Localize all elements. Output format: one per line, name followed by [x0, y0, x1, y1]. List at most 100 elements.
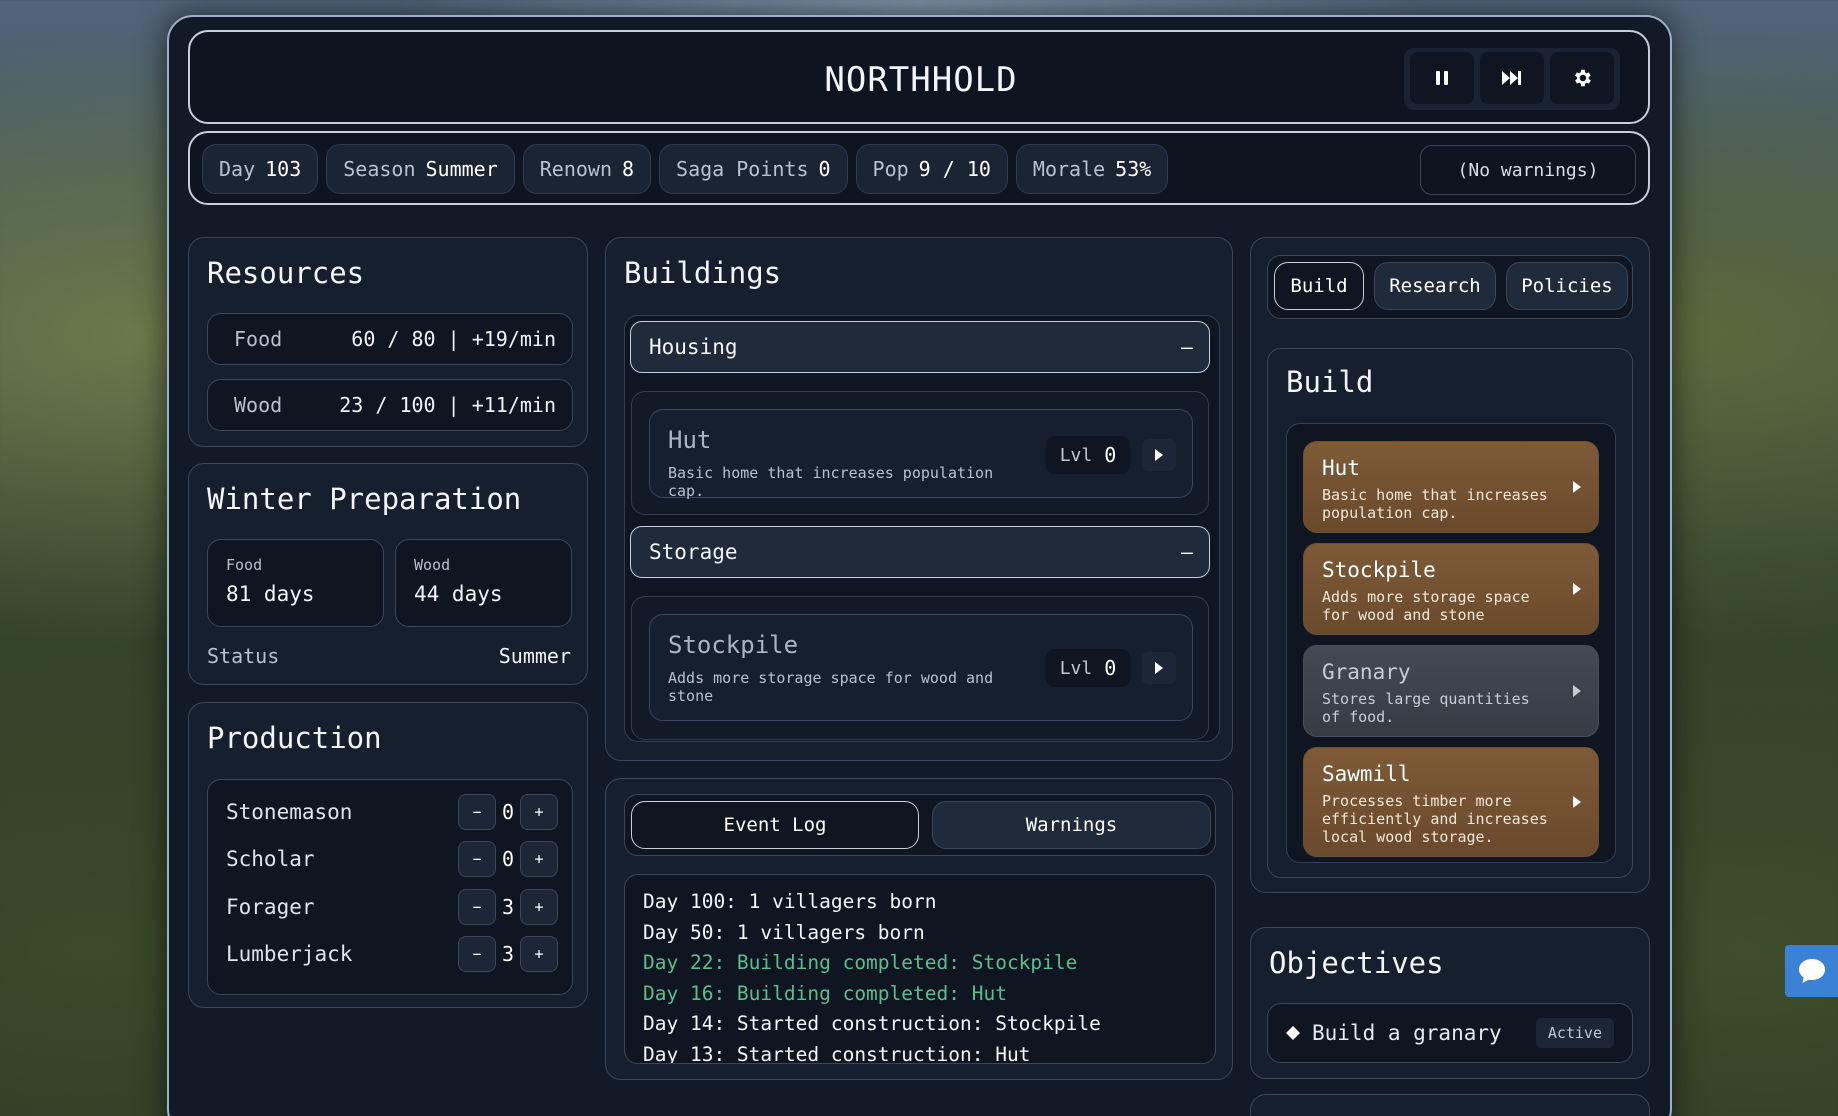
build-option-sawmill[interactable]: Sawmill Processes timber more efficientl…	[1303, 747, 1599, 857]
play-icon	[1573, 583, 1581, 595]
event-log-panel: Event Log Warnings Day 100: 1 villagers …	[605, 778, 1233, 1080]
building-name: Hut	[668, 426, 712, 454]
increase-button[interactable]: +	[520, 794, 558, 830]
worker-name: Stonemason	[226, 800, 353, 824]
log-list[interactable]: Day 100: 1 villagers born Day 50: 1 vill…	[624, 874, 1216, 1064]
next-panel	[1250, 1094, 1650, 1116]
building-name: Stockpile	[668, 631, 799, 659]
increase-button[interactable]: +	[520, 936, 558, 972]
fast-forward-button[interactable]	[1480, 52, 1544, 104]
tab-warnings[interactable]: Warnings	[932, 801, 1211, 849]
build-option-name: Stockpile	[1322, 558, 1436, 582]
production-row-stonemason: Stonemason − 0 +	[226, 792, 558, 832]
game-controls	[1404, 48, 1620, 110]
increase-button[interactable]: +	[520, 841, 558, 877]
header: NORTHHOLD	[188, 30, 1650, 124]
group-header-storage[interactable]: Storage —	[630, 526, 1210, 578]
build-option-name: Granary	[1322, 660, 1411, 684]
play-icon	[1573, 685, 1581, 697]
winter-wood-box: Wood 44 days	[395, 539, 572, 627]
stat-value: 8	[622, 157, 635, 181]
stat-label: Renown	[539, 157, 612, 181]
chat-icon	[1798, 959, 1825, 983]
production-row-lumberjack: Lumberjack − 3 +	[226, 934, 558, 974]
build-option-desc: Basic home that increases population cap…	[1322, 486, 1548, 522]
winter-food-label: Food	[226, 556, 263, 574]
build-option-stockpile[interactable]: Stockpile Adds more storage space for wo…	[1303, 543, 1599, 635]
stat-value: 53%	[1115, 157, 1152, 181]
log-entry-success: Day 22: Building completed: Stockpile	[643, 951, 1078, 974]
decrease-button[interactable]: −	[458, 936, 496, 972]
winter-preparation-panel: Winter Preparation Food 81 days Wood 44 …	[188, 463, 588, 685]
warnings-summary[interactable]: (No warnings)	[1420, 145, 1636, 195]
build-option-hut[interactable]: Hut Basic home that increases population…	[1303, 441, 1599, 533]
play-icon	[1573, 796, 1581, 808]
stats-bar: Day 103 Season Summer Renown 8 Saga Points 0…	[188, 131, 1650, 205]
objective-status-badge: Active	[1535, 1018, 1614, 1048]
upgrade-button[interactable]	[1142, 439, 1176, 471]
play-icon	[1155, 449, 1163, 461]
pause-button[interactable]	[1410, 52, 1474, 104]
building-desc: Basic home that increases population cap…	[668, 464, 994, 500]
stat-label: Morale	[1032, 157, 1106, 181]
objective-text: Build a granary	[1312, 1021, 1502, 1045]
decrease-button[interactable]: −	[458, 889, 496, 925]
log-entry: Day 50: 1 villagers born	[643, 920, 925, 944]
diamond-icon	[1286, 1026, 1300, 1040]
production-panel: Production Stonemason − 0 + Scholar − 0 …	[188, 702, 588, 1008]
build-option-desc: Adds more storage space for wood and sto…	[1322, 588, 1530, 624]
log-entry: Day 14: Started construction: Stockpile	[643, 1012, 1101, 1035]
tab-policies[interactable]: Policies	[1506, 262, 1628, 310]
worker-count: 3	[501, 895, 515, 919]
tab-event-log[interactable]: Event Log	[631, 801, 919, 849]
winter-food-box: Food 81 days	[207, 539, 384, 627]
worker-name: Lumberjack	[226, 942, 353, 966]
gear-icon	[1575, 69, 1591, 87]
objective-item: Build a granary Active	[1267, 1003, 1633, 1063]
building-level: Lvl 0	[1046, 649, 1130, 687]
tab-build[interactable]: Build	[1274, 262, 1364, 310]
stat-value: 103	[265, 157, 302, 181]
building-desc: Adds more storage space for wood and sto…	[668, 669, 994, 705]
level-label: Lvl	[1059, 657, 1093, 679]
stat-label: Pop	[872, 157, 909, 181]
build-option-granary[interactable]: Granary Stores large quantities of food.	[1303, 645, 1599, 737]
objectives-panel: Objectives Build a granary Active	[1250, 927, 1650, 1079]
collapse-icon[interactable]: —	[1181, 540, 1193, 564]
stat-saga-points: Saga Points 0	[659, 144, 848, 194]
resource-label: Food	[234, 327, 283, 351]
play-icon	[1155, 662, 1163, 674]
stat-day: Day 103	[202, 144, 319, 194]
objectives-title: Objectives	[1269, 946, 1444, 980]
group-header-housing[interactable]: Housing —	[630, 321, 1210, 373]
stat-renown: Renown 8	[522, 144, 652, 194]
buildings-title: Buildings	[624, 256, 782, 290]
log-entry: Day 100: 1 villagers born	[643, 890, 937, 913]
log-entry: Day 13: Started construction: Hut	[643, 1042, 1031, 1064]
collapse-icon[interactable]: —	[1181, 335, 1193, 359]
build-option-name: Hut	[1322, 456, 1360, 480]
level-value: 0	[1104, 656, 1117, 680]
side-tabs: Build Research Policies	[1267, 255, 1633, 319]
settings-button[interactable]	[1550, 52, 1614, 104]
winter-wood-value: 44 days	[414, 582, 503, 606]
worker-name: Forager	[226, 895, 315, 919]
fast-forward-icon	[1502, 71, 1521, 85]
increase-button[interactable]: +	[520, 889, 558, 925]
pause-icon	[1436, 71, 1448, 85]
decrease-button[interactable]: −	[458, 841, 496, 877]
stat-label: Season	[343, 157, 416, 181]
chat-button[interactable]	[1785, 945, 1838, 997]
stat-value: Summer	[425, 157, 498, 181]
resources-panel: Resources Food 60 / 80 | +19/min Wood 23…	[188, 237, 588, 447]
production-row-scholar: Scholar − 0 +	[226, 839, 558, 879]
upgrade-button[interactable]	[1142, 652, 1176, 684]
stat-label: Saga Points	[676, 157, 809, 181]
group-name: Storage	[649, 540, 738, 564]
stat-population: Pop 9 / 10	[855, 144, 1008, 194]
stat-morale: Morale 53%	[1015, 144, 1169, 194]
tab-research[interactable]: Research	[1374, 262, 1496, 310]
resource-value: 60 / 80 | +19/min	[351, 327, 556, 351]
resource-row-food: Food 60 / 80 | +19/min	[207, 313, 573, 365]
decrease-button[interactable]: −	[458, 794, 496, 830]
